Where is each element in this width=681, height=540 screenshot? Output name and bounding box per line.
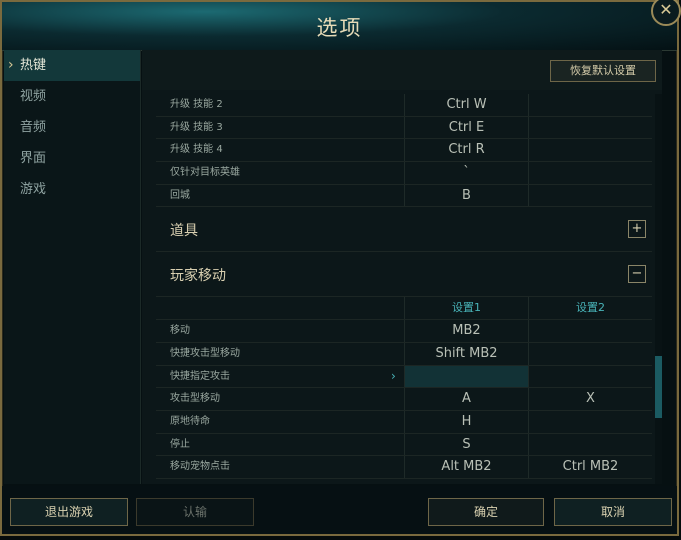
column-header-row: 设置1 设置2 [156,297,652,321]
keybind-slot-2[interactable] [528,342,652,365]
section-title: 道具 [170,223,198,240]
keybind-slot-1[interactable]: Ctrl W [404,94,528,116]
keybind-action: 攻击型移动 [170,393,220,405]
keybind-slot-2[interactable] [528,139,652,162]
keybind-row: 回城 B [156,184,652,208]
keybind-slot-1[interactable]: ` [404,162,528,184]
exit-game-button[interactable]: 退出游戏 [10,498,128,526]
keybind-slot-1[interactable]: Ctrl E [404,116,528,139]
scrollbar-thumb[interactable] [655,356,662,418]
keybind-row: 仅针对目标英雄 ` [156,162,652,185]
keybind-row: 移动 MB2 [156,320,652,343]
title-bar: 选项 ✕ [2,0,681,51]
keybind-slot-2[interactable]: X [528,388,652,410]
keybind-slot-1[interactable]: H [404,410,528,433]
section-movement: 玩家移动 − [156,252,652,298]
keybind-slot-1[interactable]: Shift MB2 [404,342,528,365]
keybind-slot-2[interactable] [528,410,652,433]
keybind-action: 原地待命 [170,415,210,427]
keybind-slot-2[interactable] [528,162,652,184]
keybind-slot-2[interactable] [528,365,652,388]
ok-button[interactable]: 确定 [428,498,544,526]
surrender-button[interactable]: 认输 [136,498,254,526]
keybind-slot-2[interactable] [528,433,652,456]
keybind-list: 升级 技能 2 Ctrl W 升级 技能 3 Ctrl E 升级 技能 4 Ct… [156,94,652,484]
keybind-action: 回城 [170,189,190,201]
sidebar-item-interface[interactable]: 界面 [4,143,140,174]
keybind-slot-2[interactable] [528,184,652,207]
keybind-action: 移动 [170,325,190,337]
keybind-row: 快捷攻击型移动 Shift MB2 [156,342,652,366]
options-dialog: 选项 ✕ 热键 视频 音频 界面 游戏 恢复默认设置 升级 技能 2 Ctrl … [0,0,681,536]
keybind-row: 原地待命 H [156,410,652,434]
keybind-slot-1[interactable]: A [404,388,528,410]
sidebar-item-audio[interactable]: 音频 [4,112,140,143]
keybind-action: 升级 技能 4 [170,144,223,156]
keybind-row-selected: 快捷指定攻击 › [156,365,652,389]
keybind-row: 升级 技能 4 Ctrl R [156,139,652,163]
keybind-action: 快捷攻击型移动 [170,347,240,359]
selection-cursor-icon: › [391,368,396,383]
sidebar-item-hotkeys[interactable]: 热键 [4,50,140,81]
keybind-row: 停止 S [156,433,652,457]
keybind-slot-2[interactable]: Ctrl MB2 [528,456,652,478]
column-header-set2: 设置2 [528,297,652,320]
section-items: 道具 + [156,207,652,253]
keybind-row: 攻击型移动 A X [156,388,652,411]
sidebar-item-video[interactable]: 视频 [4,81,140,112]
keybind-slot-1[interactable]: S [404,433,528,456]
scrollbar[interactable] [655,94,662,484]
collapse-button[interactable]: − [628,265,646,284]
keybind-action: 移动宠物点击 [170,461,230,473]
keybind-action: 升级 技能 3 [170,121,223,133]
keybind-slot-1[interactable]: Alt MB2 [404,456,528,478]
keybind-action: 停止 [170,438,190,450]
dialog-title: 选项 [316,16,363,40]
keybind-row: 升级 技能 2 Ctrl W [156,94,652,117]
keybind-action: 快捷指定攻击 [170,370,230,382]
keybind-slot-1[interactable]: Ctrl R [404,139,528,162]
main-panel: 恢复默认设置 升级 技能 2 Ctrl W 升级 技能 3 Ctrl E 升级 … [142,50,662,484]
keybind-slot-1[interactable]: B [404,184,528,207]
keybind-slot-2[interactable] [528,116,652,139]
section-title: 玩家移动 [170,268,226,285]
keybind-action: 仅针对目标英雄 [170,167,240,179]
cancel-button[interactable]: 取消 [554,498,672,526]
expand-button[interactable]: + [628,220,646,239]
keybind-slot-2[interactable] [528,94,652,116]
column-header-action [156,297,404,319]
keybind-action: 升级 技能 2 [170,99,223,110]
keybind-slot-1[interactable] [404,365,528,388]
bottom-bar: 退出游戏 认输 确定 取消 [2,486,677,534]
sidebar-item-game[interactable]: 游戏 [4,174,140,205]
keybind-row: 升级 技能 3 Ctrl E [156,116,652,140]
sidebar: 热键 视频 音频 界面 游戏 [4,50,141,484]
top-strip: 恢复默认设置 [142,50,662,90]
keybind-slot-1[interactable]: MB2 [404,320,528,342]
keybind-row: 移动宠物点击 Alt MB2 Ctrl MB2 [156,456,652,479]
keybind-slot-2[interactable] [528,320,652,342]
reset-defaults-button[interactable]: 恢复默认设置 [550,60,656,82]
column-header-set1: 设置1 [404,297,528,320]
